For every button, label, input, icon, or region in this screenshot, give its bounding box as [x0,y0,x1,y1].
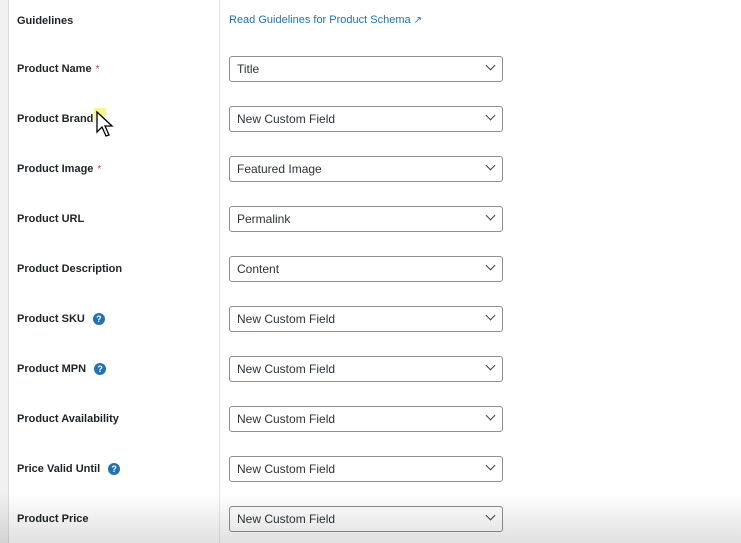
field-label: Price Valid Until? [17,463,121,475]
field-label: Product Description [17,263,122,275]
help-icon[interactable]: ? [108,463,121,475]
field-label-text: Product Name [17,63,92,75]
field-row-product-availability: Product Availability New Custom Field [0,406,741,432]
chevron-down-icon [485,160,496,171]
product-name-select[interactable]: Title [229,56,503,82]
select-value: New Custom Field [237,362,336,376]
field-row-product-url: Product URL Permalink [0,206,741,232]
chevron-down-icon [485,310,496,321]
product-mpn-select[interactable]: New Custom Field [229,356,503,382]
select-value: Featured Image [237,162,322,176]
help-icon[interactable]: ? [92,313,105,325]
select-value: Content [237,262,280,276]
product-image-select[interactable]: Featured Image [229,156,503,182]
field-label: Product Image * [17,163,101,175]
required-marker: * [95,63,100,75]
field-label-text: Product MPN [17,363,87,375]
field-label: Product Availability [17,413,119,425]
mouse-cursor-icon [94,108,114,137]
field-label: Product URL [17,213,84,225]
chevron-down-icon [485,460,496,471]
chevron-down-icon [485,60,496,71]
select-value: Title [237,62,260,76]
guidelines-link[interactable]: Read Guidelines for Product Schema ↗ [229,14,422,26]
select-value: New Custom Field [237,512,336,526]
help-icon[interactable]: ? [94,363,107,375]
price-valid-until-select[interactable]: New Custom Field [229,456,503,482]
product-url-select[interactable]: Permalink [229,206,503,232]
field-label-text: Price Valid Until [17,463,101,475]
external-link-icon: ↗ [413,15,422,26]
field-label-text: Product SKU [17,313,85,325]
guidelines-label: Guidelines [17,15,74,27]
chevron-down-icon [485,260,496,271]
chevron-down-icon [485,510,496,521]
field-label: Product MPN? [17,363,107,375]
chevron-down-icon [485,110,496,121]
field-label: Product Brand [17,113,93,125]
field-label-text: Product Brand [17,113,94,125]
product-sku-select[interactable]: New Custom Field [229,306,503,332]
guidelines-row: Guidelines Read Guidelines for Product S… [0,8,741,34]
field-row-product-mpn: Product MPN? New Custom Field [0,356,741,382]
select-value: New Custom Field [237,462,336,476]
field-label-text: Product Price [17,513,89,525]
field-row-product-image: Product Image * Featured Image [0,156,741,182]
field-row-product-description: Product Description Content [0,256,741,282]
field-label-text: Product Image [17,163,94,175]
product-description-select[interactable]: Content [229,256,503,282]
select-value: New Custom Field [237,412,336,426]
field-label-text: Product Availability [17,413,119,425]
guidelines-link-text: Read Guidelines for Product Schema [229,14,411,26]
field-label-text: Product Description [17,263,123,275]
field-row-product-name: Product Name * Title [0,56,741,82]
field-label: Product SKU? [17,313,105,325]
product-brand-select[interactable]: New Custom Field [229,106,503,132]
product-availability-select[interactable]: New Custom Field [229,406,503,432]
field-row-product-price: Product Price New Custom Field [0,506,741,532]
field-label: Product Name * [17,63,99,75]
select-value: New Custom Field [237,112,336,126]
field-label-text: Product URL [17,213,85,225]
chevron-down-icon [485,410,496,421]
chevron-down-icon [485,210,496,221]
select-value: New Custom Field [237,312,336,326]
field-label: Product Price [17,513,89,525]
select-value: Permalink [237,212,291,226]
chevron-down-icon [485,360,496,371]
field-row-price-valid-until: Price Valid Until? New Custom Field [0,456,741,482]
field-row-product-sku: Product SKU? New Custom Field [0,306,741,332]
required-marker: * [97,163,102,175]
product-price-select[interactable]: New Custom Field [229,506,503,532]
